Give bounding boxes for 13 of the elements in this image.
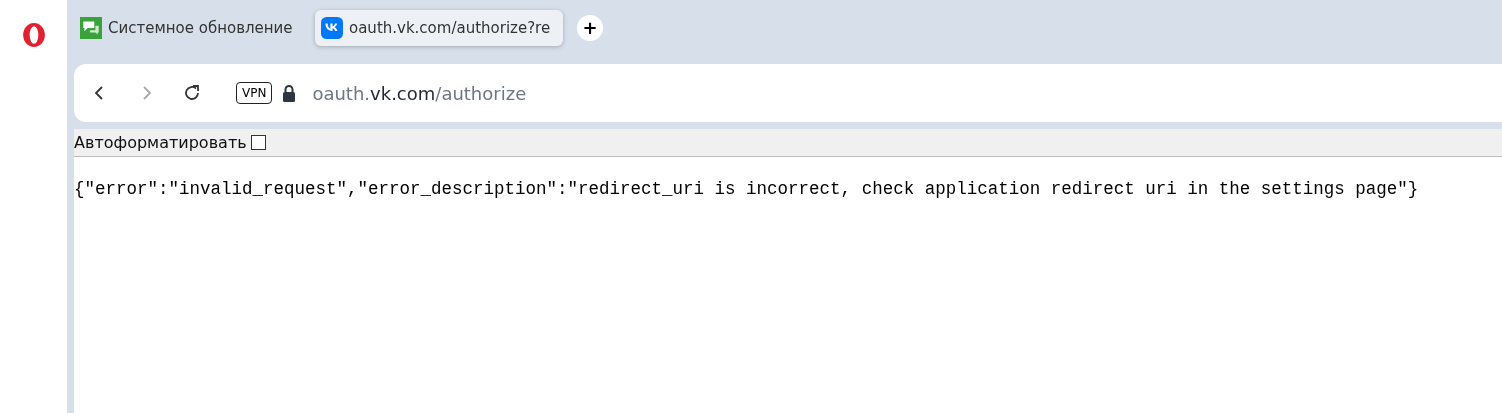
json-response-text: {"error":"invalid_request","error_description":"redirect_uri is incorrect, check application redirect uri in the settings page"}	[74, 179, 1419, 199]
opera-logo-icon[interactable]	[20, 22, 47, 48]
url-field[interactable]: oauth.vk.com/authorize	[312, 82, 527, 104]
autoformat-label: Автоформатировать	[74, 133, 247, 152]
autoformat-checkbox[interactable]	[250, 135, 266, 150]
browser-tab[interactable]: Системное обновление	[74, 10, 309, 46]
reload-icon[interactable]	[182, 83, 202, 103]
lock-icon	[282, 84, 297, 102]
browser-tab[interactable]: oauth.vk.com/authorize?re	[315, 10, 563, 46]
vk-logo-icon	[321, 17, 343, 39]
chat-bubbles-icon	[80, 17, 102, 39]
vpn-badge[interactable]: VPN	[236, 82, 273, 104]
new-tab-button[interactable]: +	[577, 15, 603, 41]
